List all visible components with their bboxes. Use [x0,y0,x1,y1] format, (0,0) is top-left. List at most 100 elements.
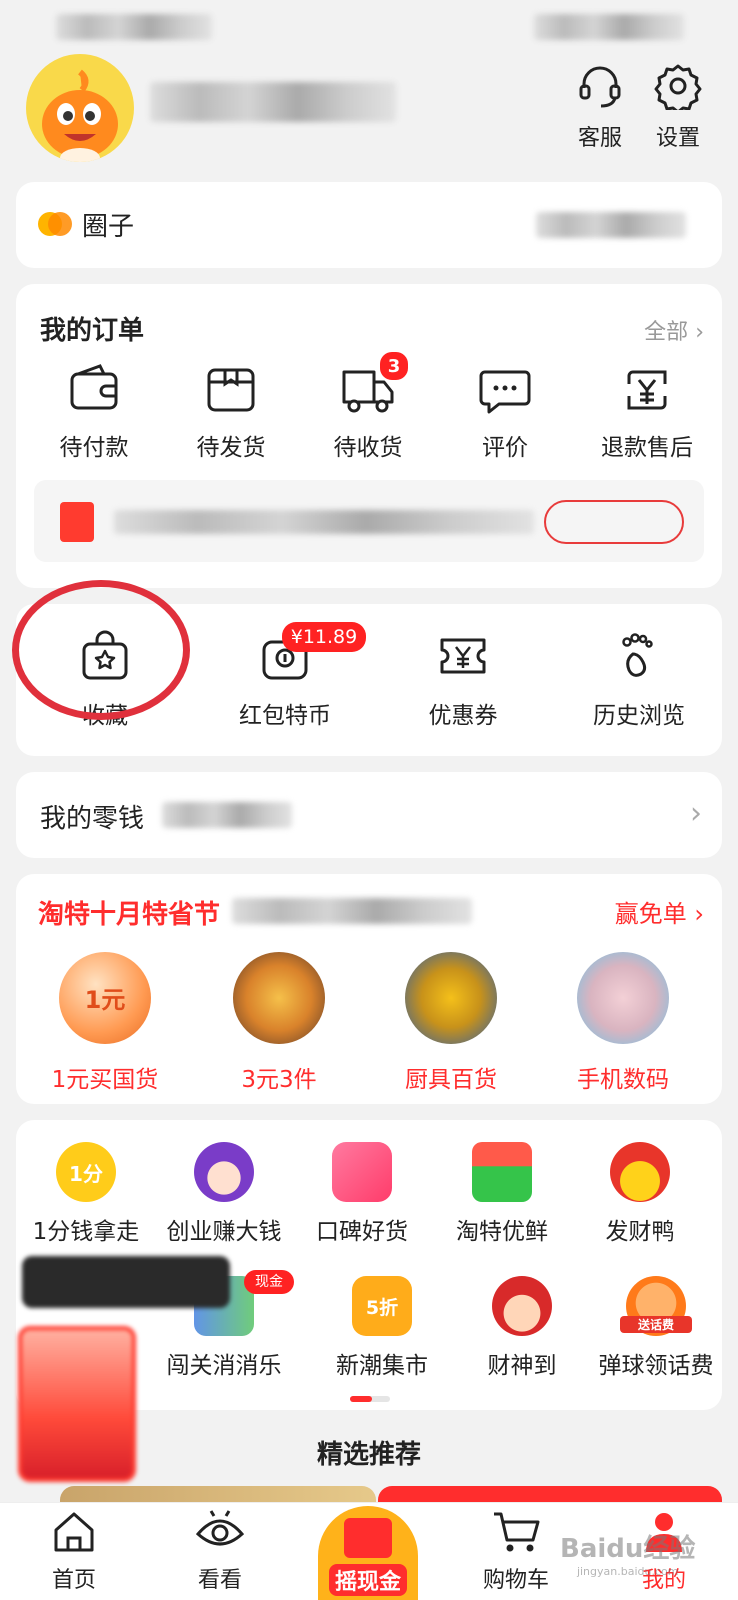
order-pending-shipment[interactable]: 待发货 [171,364,291,462]
recommend-title: 精选推荐 [316,1440,421,1470]
wallet-label: 我的零钱 [40,804,145,834]
promo-action-label: 赢免单 [614,900,687,928]
circle-label: 圈子 [82,212,135,242]
nav-watch[interactable]: 看看 [160,1508,280,1594]
watermark-sub: jingyan.baidu.com [576,1565,679,1578]
refund-icon [627,370,667,410]
promo-item-kitchen[interactable]: 厨具百货 [376,952,526,1094]
order-notice-button[interactable] [544,500,684,544]
headset-icon [579,66,621,108]
red-packet-coins-button[interactable]: 红包特币 ¥11.89 [210,622,366,730]
order-label: 待发货 [196,435,266,461]
order-review[interactable]: 评价 [445,364,565,462]
nav-shake-cash[interactable]: 摇现金 [318,1506,418,1600]
order-refund[interactable]: 退款售后 [582,364,712,462]
service-pinball-credit[interactable]: 送话费 弹球领话费 [588,1276,724,1380]
orders-card: 我的订单 全部 › 待付款 待发货 待收货 3 评价 退款售后 [16,284,722,588]
service-label: 淘特优鲜 [456,1219,548,1245]
eye-icon [195,1510,245,1546]
cart-icon [494,1512,540,1552]
chevron-right-icon: › [690,796,702,831]
wealth-god-icon [492,1276,552,1336]
order-notice-text [114,510,534,534]
service-label: 闯关消消乐 [166,1353,282,1379]
product-thumb [233,952,325,1044]
watermark: Baidu经验 jingyan.baidu.com [560,1528,695,1578]
promo-label: 手机数码 [577,1067,669,1093]
coupons-button[interactable]: 优惠券 [398,630,528,730]
tool-label: 历史浏览 [593,703,685,729]
orders-all-link[interactable]: 全部 › [644,314,704,346]
circle-icon [38,210,72,238]
wallet-icon [70,364,118,410]
order-label: 待付款 [59,435,129,461]
promo-label: 3元3件 [241,1067,317,1093]
history-button[interactable]: 历史浏览 [574,630,704,730]
service-label: 发财鸭 [605,1219,675,1245]
promo-label: 厨具百货 [405,1067,497,1093]
circle-card[interactable]: 圈子 [16,182,722,268]
user-nickname [150,82,396,122]
order-count-badge: 3 [378,350,410,382]
avatar[interactable] [26,54,134,162]
promo-action-link[interactable]: 赢免单 › [615,894,704,929]
thumbs-up-icon [332,1142,392,1202]
chevron-right-icon: › [695,320,704,345]
nav-label: 首页 [51,1568,96,1593]
service-one-cent[interactable]: 1分 1分钱拿走 [20,1142,152,1246]
promo-item-digital[interactable]: 手机数码 [548,952,698,1094]
promo-title: 淘特十月特省节 [38,900,221,930]
red-envelope-icon [344,1518,392,1558]
floating-widget-header[interactable] [22,1256,230,1308]
orders-all-label: 全部 [644,320,689,345]
promo-label: 1元买国货 [51,1067,159,1093]
service-icon-text: 5折 [365,1297,399,1319]
coin-amount-badge: ¥11.89 [282,622,366,652]
promo-item-3for3[interactable]: 3元3件 [204,952,354,1094]
tool-label: 红包特币 [239,703,331,729]
nav-home[interactable]: 首页 [14,1508,134,1594]
service-label: 口碑好货 [316,1219,408,1245]
nav-cart[interactable]: 购物车 [456,1508,576,1594]
order-pending-payment[interactable]: 待付款 [34,364,154,462]
service-label: 创业赚大钱 [166,1219,282,1245]
red-envelope-icon [60,502,94,542]
product-thumb [405,952,497,1044]
chat-icon [479,370,531,414]
basket-icon [472,1142,532,1202]
service-lucky-duck[interactable]: 发财鸭 [574,1142,706,1246]
nav-center-label: 摇现金 [328,1564,407,1596]
chevron-right-icon: › [694,900,704,928]
wallet-balance [162,802,292,828]
service-startup[interactable]: 创业赚大钱 [158,1142,290,1246]
service-god-of-wealth[interactable]: 财神到 [456,1276,588,1380]
watermark-text: Baidu经验 [560,1534,696,1564]
service-button[interactable]: 客服 [570,62,630,152]
nav-label: 购物车 [482,1568,549,1593]
girl-avatar-icon [194,1142,254,1202]
service-icon-text: 送话费 [620,1316,692,1333]
service-fresh[interactable]: 淘特优鲜 [436,1142,568,1246]
gear-icon [654,64,702,114]
wallet-card[interactable]: 我的零钱 › [16,772,722,858]
order-notice-bar[interactable] [34,480,704,562]
orders-title: 我的订单 [40,316,145,346]
promo-item-domestic[interactable]: 1元 1元买国货 [30,952,180,1094]
service-trend-market[interactable]: 5折 新潮集市 [316,1276,448,1380]
fox-icon: 送话费 [620,1276,692,1336]
settings-button[interactable]: 设置 [648,62,708,152]
service-label: 财神到 [487,1353,557,1379]
one-cent-icon: 1分 [56,1142,116,1202]
service-label: 客服 [577,126,622,151]
product-thumb [577,952,669,1044]
cash-badge: 现金 [244,1270,294,1294]
service-label: 弹球领话费 [598,1353,714,1379]
home-icon [54,1512,94,1552]
duck-icon [610,1142,670,1202]
service-good-reviews[interactable]: 口碑好货 [296,1142,428,1246]
status-bar-left [56,14,212,40]
nav-label: 看看 [197,1568,242,1593]
service-label: 1分钱拿走 [32,1219,140,1245]
box-icon [207,368,255,412]
order-pending-receipt[interactable]: 待收货 3 [308,350,428,462]
